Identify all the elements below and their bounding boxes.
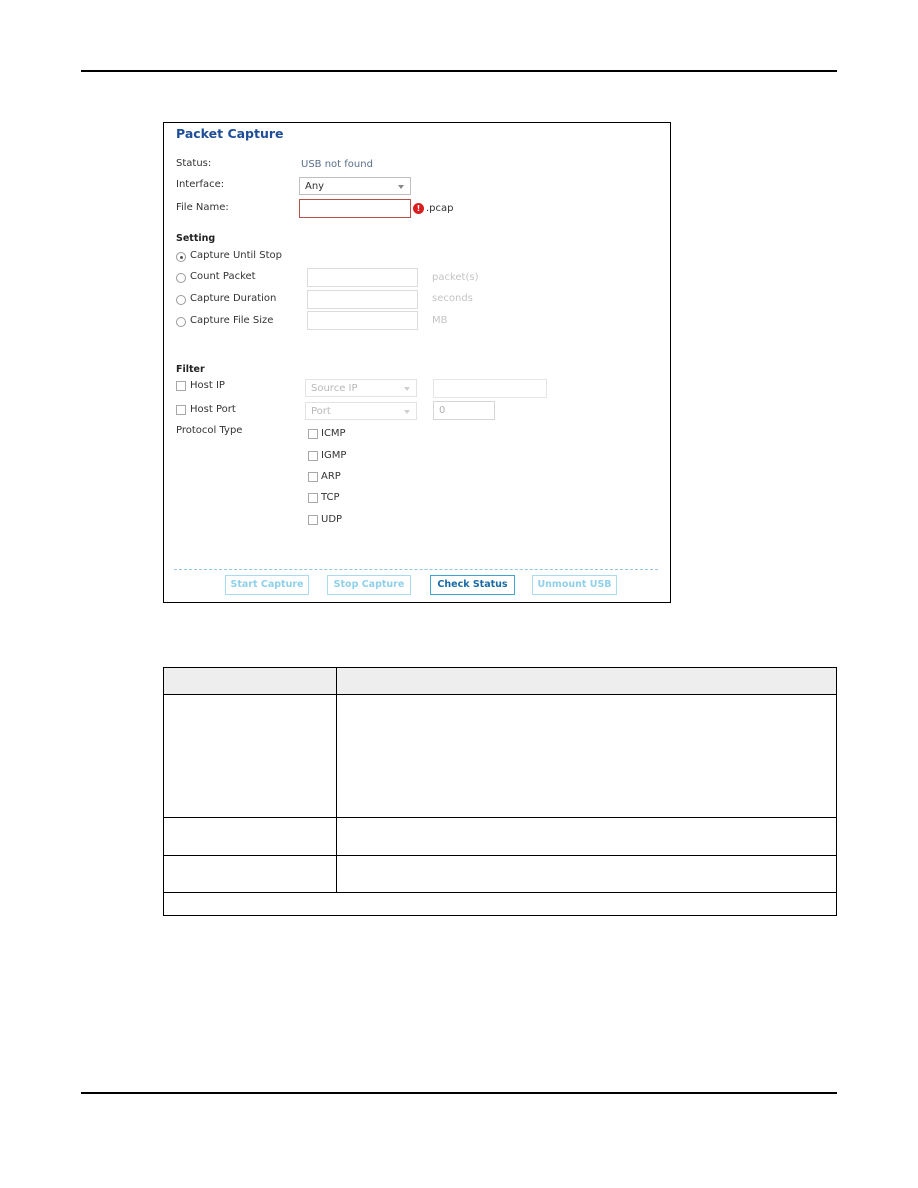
filter-heading: Filter: [176, 364, 205, 375]
table-header-row: [163, 667, 837, 695]
igmp-checkbox[interactable]: [308, 451, 318, 461]
capture-duration-unit: seconds: [432, 293, 473, 304]
table-cell: [163, 694, 337, 818]
table-cell: [336, 855, 837, 893]
capture-file-size-unit: MB: [432, 315, 448, 326]
error-icon: !: [413, 203, 424, 214]
icmp-label: ICMP: [321, 428, 346, 439]
tcp-checkbox[interactable]: [308, 493, 318, 503]
capture-file-size-input[interactable]: [307, 311, 418, 330]
table-cell: [336, 694, 837, 818]
icmp-checkbox[interactable]: [308, 429, 318, 439]
host-ip-label: Host IP: [190, 380, 225, 391]
capture-until-stop-radio[interactable]: [176, 252, 186, 262]
host-port-select[interactable]: Port: [305, 402, 417, 420]
table-cell: [336, 817, 837, 856]
host-port-select-value: Port: [311, 406, 331, 417]
table-row: [163, 855, 837, 893]
protocol-type-label: Protocol Type: [176, 425, 243, 436]
arp-label: ARP: [321, 471, 341, 482]
host-port-checkbox[interactable]: [176, 405, 186, 415]
setting-heading: Setting: [176, 233, 216, 244]
file-extension: .pcap: [426, 203, 454, 214]
header-rule: [81, 70, 837, 72]
count-packet-input[interactable]: [307, 268, 418, 287]
arp-checkbox[interactable]: [308, 472, 318, 482]
interface-select-value: Any: [305, 181, 325, 192]
count-packet-unit: packet(s): [432, 272, 479, 283]
table-header-description: [336, 667, 837, 695]
tcp-label: TCP: [321, 492, 340, 503]
check-status-button[interactable]: Check Status: [430, 575, 515, 595]
table-row: [163, 817, 837, 856]
host-ip-checkbox[interactable]: [176, 381, 186, 391]
status-value: USB not found: [301, 159, 373, 170]
host-ip-input[interactable]: [433, 379, 547, 398]
udp-label: UDP: [321, 514, 343, 525]
count-packet-label: Count Packet: [190, 271, 256, 282]
table-footer-row: [163, 892, 837, 916]
capture-until-stop-label: Capture Until Stop: [190, 250, 282, 261]
host-ip-select-value: Source IP: [311, 383, 358, 394]
unmount-usb-button[interactable]: Unmount USB: [532, 575, 617, 595]
udp-checkbox[interactable]: [308, 515, 318, 525]
packet-capture-panel: Packet Capture Status: USB not found Int…: [163, 122, 671, 603]
button-divider: [174, 569, 658, 570]
capture-duration-label: Capture Duration: [190, 293, 277, 304]
count-packet-radio[interactable]: [176, 273, 186, 283]
stop-capture-button[interactable]: Stop Capture: [327, 575, 411, 595]
interface-label: Interface:: [176, 179, 225, 190]
capture-file-size-radio[interactable]: [176, 317, 186, 327]
table-footer-cell: [163, 892, 837, 916]
panel-title: Packet Capture: [176, 126, 284, 141]
host-ip-select[interactable]: Source IP: [305, 379, 417, 397]
igmp-label: IGMP: [321, 450, 347, 461]
start-capture-button[interactable]: Start Capture: [225, 575, 309, 595]
host-port-label: Host Port: [190, 404, 236, 415]
interface-select[interactable]: Any: [299, 177, 411, 195]
chevron-down-icon: [404, 387, 410, 391]
capture-file-size-label: Capture File Size: [190, 315, 274, 326]
capture-duration-input[interactable]: [307, 290, 418, 309]
table-cell: [163, 817, 337, 856]
table-header-label: [163, 667, 337, 695]
file-name-input[interactable]: [299, 199, 411, 218]
chevron-down-icon: [398, 185, 404, 189]
host-port-input[interactable]: 0: [433, 401, 495, 420]
file-name-label: File Name:: [176, 202, 229, 213]
table-cell: [163, 855, 337, 893]
description-table: [163, 667, 837, 916]
footer-rule: [81, 1092, 837, 1094]
capture-duration-radio[interactable]: [176, 295, 186, 305]
table-row: [163, 694, 837, 818]
status-label: Status:: [176, 158, 212, 169]
chevron-down-icon: [404, 410, 410, 414]
